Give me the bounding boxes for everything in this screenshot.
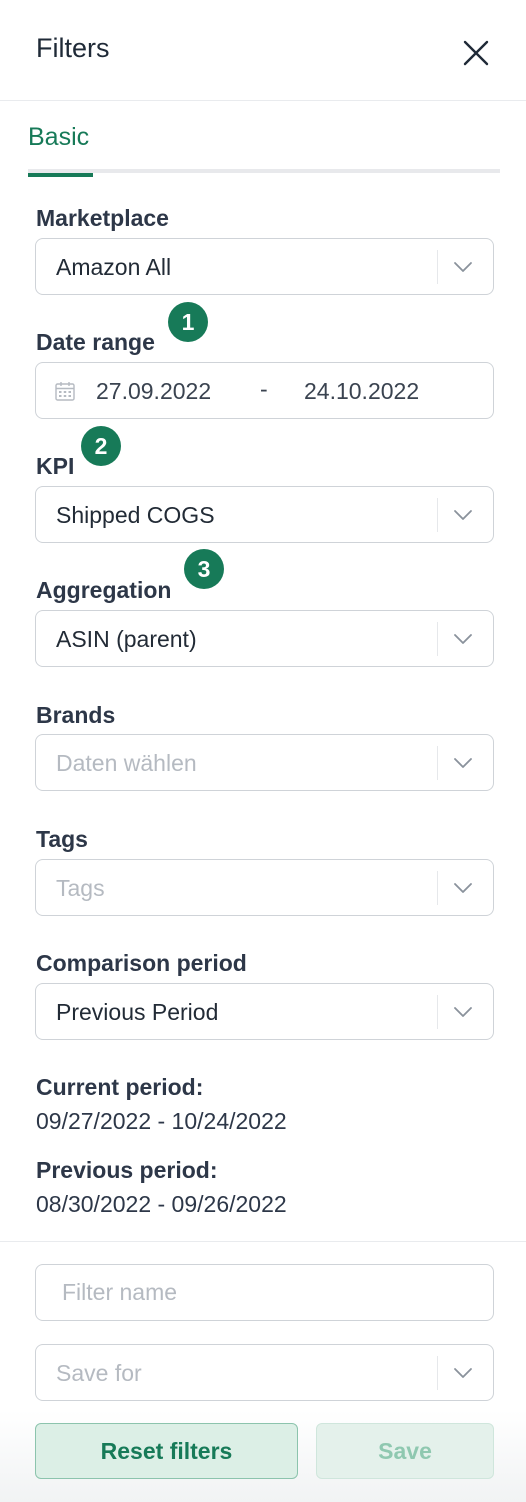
- close-button[interactable]: [458, 35, 494, 71]
- current-period-value: 09/27/2022 - 10/24/2022: [36, 1108, 287, 1134]
- comparison-period-label: Comparison period: [36, 950, 247, 976]
- brands-label: Brands: [36, 702, 116, 728]
- select-divider: [437, 746, 438, 780]
- date-range-picker[interactable]: 27.09.2022 - 24.10.2022: [35, 362, 494, 419]
- panel-title: Filters: [36, 33, 110, 63]
- marketplace-select[interactable]: Amazon All: [35, 238, 494, 295]
- date-start[interactable]: 27.09.2022: [96, 378, 211, 405]
- brands-select[interactable]: Daten wählen: [35, 734, 494, 791]
- chevron-down-icon: [454, 634, 472, 644]
- marketplace-value: Amazon All: [56, 254, 172, 280]
- step-badge-1: 1: [168, 302, 208, 342]
- footer-divider: [0, 1241, 526, 1242]
- filter-name-input[interactable]: [35, 1264, 494, 1321]
- tags-select[interactable]: Tags: [35, 859, 494, 916]
- chevron-down-icon: [454, 1368, 472, 1378]
- date-range-label: Date range: [36, 329, 155, 355]
- save-for-select[interactable]: Save for: [35, 1344, 494, 1401]
- tab-bar: Basic: [28, 116, 500, 177]
- select-divider: [437, 1356, 438, 1390]
- kpi-label: KPI: [36, 453, 75, 479]
- active-tab-indicator: [28, 173, 93, 177]
- marketplace-label: Marketplace: [36, 205, 169, 231]
- aggregation-select[interactable]: ASIN (parent): [35, 610, 494, 667]
- panel-header: Filters: [0, 0, 526, 101]
- comparison-period-select[interactable]: Previous Period: [35, 983, 494, 1040]
- kpi-select[interactable]: Shipped COGS: [35, 486, 494, 543]
- chevron-down-icon: [454, 758, 472, 768]
- reset-filters-button[interactable]: Reset filters: [35, 1423, 298, 1479]
- select-divider: [437, 871, 438, 905]
- brands-placeholder: Daten wählen: [56, 750, 197, 776]
- date-end[interactable]: 24.10.2022: [304, 378, 419, 405]
- select-divider: [437, 250, 438, 284]
- save-for-placeholder: Save for: [56, 1360, 142, 1386]
- current-period-label: Current period:: [36, 1074, 204, 1100]
- chevron-down-icon: [454, 510, 472, 520]
- comparison-period-value: Previous Period: [56, 999, 219, 1025]
- chevron-down-icon: [454, 883, 472, 893]
- tags-label: Tags: [36, 826, 88, 852]
- tab-basic[interactable]: Basic: [28, 116, 93, 177]
- aggregation-label: Aggregation: [36, 577, 172, 603]
- chevron-down-icon: [454, 1007, 472, 1017]
- aggregation-value: ASIN (parent): [56, 626, 197, 652]
- tags-placeholder: Tags: [56, 875, 105, 901]
- select-divider: [437, 995, 438, 1029]
- tab-basic-label: Basic: [28, 123, 90, 151]
- step-badge-3: 3: [184, 549, 224, 589]
- step-badge-2: 2: [81, 426, 121, 466]
- kpi-value: Shipped COGS: [56, 502, 215, 528]
- previous-period-value: 08/30/2022 - 09/26/2022: [36, 1191, 287, 1217]
- previous-period-label: Previous period:: [36, 1157, 218, 1183]
- close-icon: [463, 40, 489, 66]
- select-divider: [437, 498, 438, 532]
- calendar-icon: [55, 382, 75, 401]
- date-separator: -: [260, 376, 268, 402]
- chevron-down-icon: [454, 262, 472, 272]
- save-button[interactable]: Save: [316, 1423, 494, 1479]
- select-divider: [437, 622, 438, 656]
